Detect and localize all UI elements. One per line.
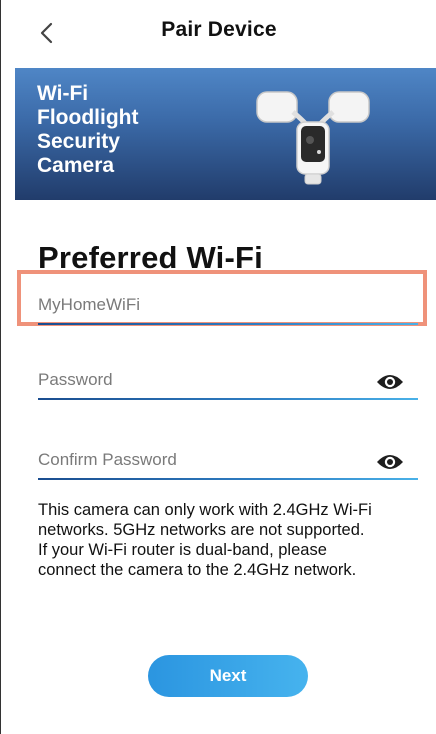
next-button[interactable]: Next: [148, 655, 308, 697]
floodlight-camera-image: [256, 91, 370, 185]
wifi-name-value: MyHomeWiFi: [38, 295, 140, 314]
note-line: connect the camera to the 2.4GHz network…: [38, 561, 357, 579]
product-name-line: Camera: [37, 154, 115, 177]
page-title: Pair Device: [161, 18, 277, 41]
confirm-password-field[interactable]: Confirm Password: [38, 444, 418, 480]
product-banner: Wi-Fi Floodlight Security Camera: [15, 68, 436, 200]
confirm-password-placeholder: Confirm Password: [38, 450, 177, 469]
product-name-line: Floodlight: [37, 106, 139, 129]
note-line: If your Wi-Fi router is dual-band, pleas…: [38, 541, 327, 559]
eye-icon[interactable]: [376, 372, 404, 392]
password-field[interactable]: Password: [38, 364, 418, 400]
product-name-line: Wi-Fi: [37, 82, 89, 105]
password-placeholder: Password: [38, 370, 113, 389]
compatibility-note: This camera can only work with 2.4GHz Wi…: [38, 500, 433, 580]
pair-device-screen: Pair Device Wi-Fi Floodlight Security Ca…: [0, 0, 436, 734]
field-underline: [38, 398, 418, 400]
field-underline: [38, 478, 418, 480]
product-name-line: Security: [37, 130, 120, 153]
note-line: networks. 5GHz networks are not supporte…: [38, 521, 365, 539]
field-underline: [38, 323, 418, 325]
product-name: Wi-Fi Floodlight Security Camera: [37, 82, 197, 178]
eye-icon[interactable]: [376, 452, 404, 472]
top-bar: Pair Device: [1, 0, 436, 64]
note-line: This camera can only work with 2.4GHz Wi…: [38, 501, 372, 519]
wifi-name-field[interactable]: MyHomeWiFi: [38, 289, 418, 325]
